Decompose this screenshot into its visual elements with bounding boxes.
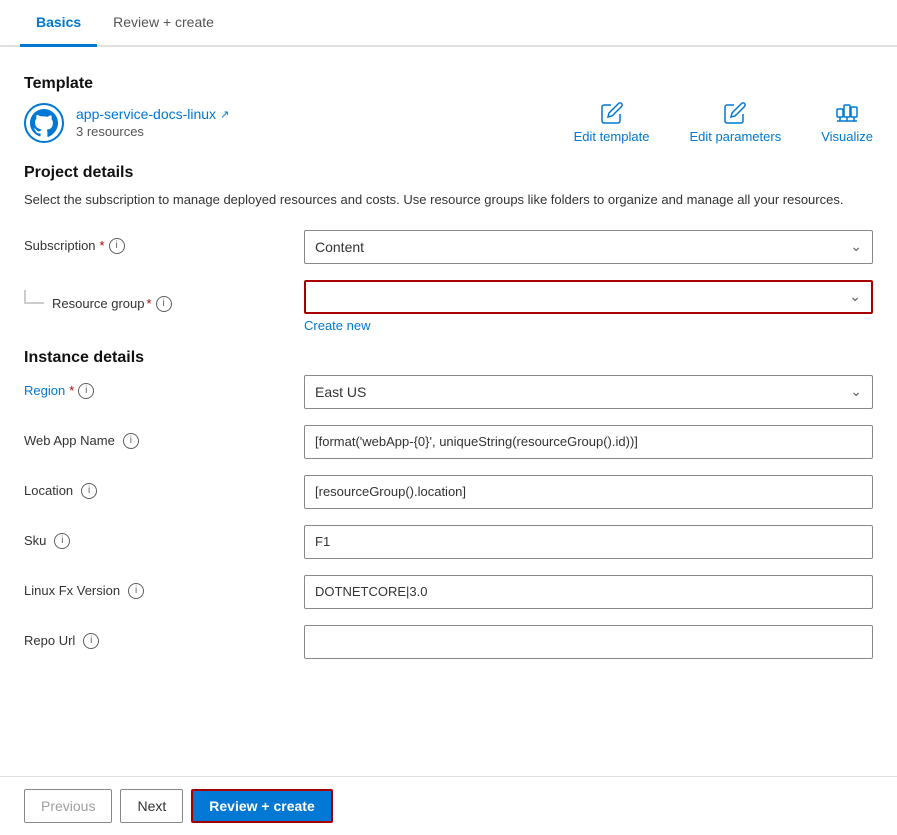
resource-group-row: Resource group * i ⌄ Create new [24, 280, 873, 333]
region-label: Region * i [24, 375, 304, 399]
sku-label: Sku i [24, 525, 304, 549]
next-button[interactable]: Next [120, 789, 183, 823]
edit-parameters-button[interactable]: Edit parameters [689, 101, 781, 144]
template-icon [24, 103, 64, 143]
sku-info-icon[interactable]: i [54, 533, 70, 549]
visualize-label: Visualize [821, 129, 873, 144]
tab-basics[interactable]: Basics [20, 0, 97, 47]
edit-parameters-label: Edit parameters [689, 129, 781, 144]
region-chevron-icon: ⌄ [850, 383, 862, 400]
instance-details-title: Instance details [24, 349, 873, 367]
edit-template-label: Edit template [574, 129, 650, 144]
resource-group-dropdown[interactable]: ⌄ [304, 280, 873, 314]
project-description: Select the subscription to manage deploy… [24, 190, 873, 210]
subscription-value: Content [315, 239, 364, 255]
visualize-button[interactable]: Visualize [821, 101, 873, 144]
tab-bar: Basics Review + create [0, 0, 897, 47]
linux-fx-info-icon[interactable]: i [128, 583, 144, 599]
resource-group-label-wrap: Resource group * i [24, 280, 304, 312]
template-link[interactable]: app-service-docs-linux ↗ [76, 106, 229, 122]
subscription-chevron-icon: ⌄ [850, 238, 862, 255]
sku-input[interactable] [304, 525, 873, 559]
template-actions: Edit template Edit parameters [574, 101, 873, 144]
location-info-icon[interactable]: i [81, 483, 97, 499]
project-details-title: Project details [24, 164, 873, 182]
location-label: Location i [24, 475, 304, 499]
repo-url-row: Repo Url i [24, 625, 873, 659]
web-app-name-label: Web App Name i [24, 425, 304, 449]
resource-group-chevron-icon: ⌄ [849, 288, 861, 305]
review-create-button[interactable]: Review + create [191, 789, 332, 823]
sku-row: Sku i [24, 525, 873, 559]
linux-fx-input[interactable] [304, 575, 873, 609]
linux-fx-row: Linux Fx Version i [24, 575, 873, 609]
location-row: Location i [24, 475, 873, 509]
template-block: app-service-docs-linux ↗ 3 resources Edi… [24, 101, 873, 144]
edit-template-button[interactable]: Edit template [574, 101, 650, 144]
location-input[interactable] [304, 475, 873, 509]
create-new-link[interactable]: Create new [304, 318, 370, 333]
web-app-name-info-icon[interactable]: i [123, 433, 139, 449]
subscription-row: Subscription * i Content ⌄ [24, 230, 873, 264]
template-resources: 3 resources [76, 124, 229, 139]
resource-group-label: Resource group [52, 296, 145, 311]
repo-url-label: Repo Url i [24, 625, 304, 649]
subscription-dropdown[interactable]: Content ⌄ [304, 230, 873, 264]
linux-fx-label: Linux Fx Version i [24, 575, 304, 599]
resource-group-info-icon[interactable]: i [156, 296, 172, 312]
resource-group-control: ⌄ Create new [304, 280, 873, 333]
main-content: Template app-service-docs-linux ↗ 3 reso… [0, 47, 897, 776]
subscription-label: Subscription * i [24, 230, 304, 254]
footer: Previous Next Review + create [0, 776, 897, 835]
region-info-icon[interactable]: i [78, 383, 94, 399]
repo-url-info-icon[interactable]: i [83, 633, 99, 649]
region-value: East US [315, 384, 366, 400]
external-link-icon: ↗ [220, 108, 229, 121]
region-row: Region * i East US ⌄ [24, 375, 873, 409]
web-app-name-input[interactable] [304, 425, 873, 459]
tab-review-create[interactable]: Review + create [97, 0, 230, 47]
template-info: app-service-docs-linux ↗ 3 resources [76, 106, 229, 139]
subscription-info-icon[interactable]: i [109, 238, 125, 254]
web-app-name-row: Web App Name i [24, 425, 873, 459]
previous-button[interactable]: Previous [24, 789, 112, 823]
subscription-control: Content ⌄ [304, 230, 873, 264]
instance-details-section: Instance details Region * i East US ⌄ We… [24, 349, 873, 659]
template-section-title: Template [24, 75, 873, 93]
repo-url-input[interactable] [304, 625, 873, 659]
region-dropdown[interactable]: East US ⌄ [304, 375, 873, 409]
